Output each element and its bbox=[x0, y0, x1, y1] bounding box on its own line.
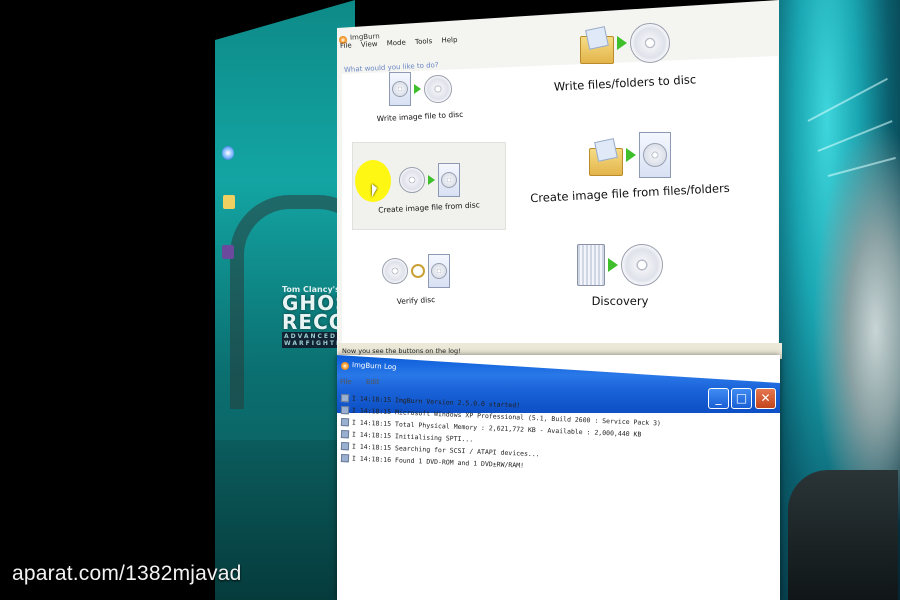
arrow-icon bbox=[413, 84, 421, 94]
disc-icon bbox=[630, 23, 670, 63]
menu-mode[interactable]: Mode bbox=[387, 39, 406, 48]
arrow-icon bbox=[608, 258, 618, 272]
desktop-icon-folder[interactable] bbox=[223, 195, 235, 209]
menu-tools[interactable]: Tools bbox=[415, 37, 433, 46]
disc-icon bbox=[398, 167, 425, 193]
image-file-icon bbox=[388, 72, 411, 106]
folder-icon bbox=[580, 26, 614, 64]
video-watermark: aparat.com/1382mjavad bbox=[12, 562, 242, 585]
image-file-icon bbox=[639, 132, 671, 178]
info-icon bbox=[340, 406, 350, 415]
drive-icon bbox=[577, 244, 605, 286]
mode-write-files-to-disc[interactable]: Write files/folders to disc bbox=[550, 22, 700, 94]
disc-icon bbox=[382, 258, 408, 284]
menu-view[interactable]: View bbox=[361, 40, 378, 49]
menu-help[interactable]: Help bbox=[441, 36, 457, 45]
right-wallpaper bbox=[778, 0, 900, 600]
mode-create-image-from-files[interactable]: Create image file from files/folders bbox=[530, 132, 730, 205]
info-icon bbox=[340, 454, 350, 463]
log-menu-file[interactable]: File bbox=[340, 378, 352, 386]
log-app-icon bbox=[341, 362, 349, 370]
info-icon bbox=[340, 442, 350, 451]
desktop-icon-disc[interactable] bbox=[222, 146, 234, 160]
image-file-icon bbox=[437, 163, 460, 197]
info-icon bbox=[340, 394, 350, 403]
mode-discovery[interactable]: Discovery bbox=[560, 244, 680, 308]
log-menu-bar: File Edit bbox=[340, 378, 392, 386]
arrow-icon bbox=[617, 36, 627, 50]
disc-icon bbox=[423, 75, 452, 103]
mouse-pointer-icon bbox=[372, 184, 377, 197]
menu-file[interactable]: File bbox=[340, 41, 352, 50]
game-subtitle: ADVANCED WARFIGHTER bbox=[282, 332, 349, 348]
info-icon bbox=[340, 430, 350, 439]
magnifier-icon bbox=[411, 264, 425, 278]
info-icon bbox=[340, 418, 350, 427]
folder-icon bbox=[589, 138, 623, 176]
image-file-icon bbox=[428, 254, 450, 288]
mode-verify-disc[interactable]: Verify disc bbox=[376, 254, 456, 306]
desktop-icon-app[interactable] bbox=[222, 245, 234, 259]
arrow-icon bbox=[427, 175, 435, 185]
log-menu-edit[interactable]: Edit bbox=[366, 378, 380, 386]
mode-label: Discovery bbox=[591, 294, 649, 308]
log-output: I 14:18:15 ImgBurn Version 2.5.0.0 start… bbox=[340, 392, 776, 470]
mode-write-image-to-disc[interactable]: Write image file to disc bbox=[372, 72, 468, 123]
disc-icon bbox=[621, 244, 663, 286]
arrow-icon bbox=[626, 148, 636, 162]
